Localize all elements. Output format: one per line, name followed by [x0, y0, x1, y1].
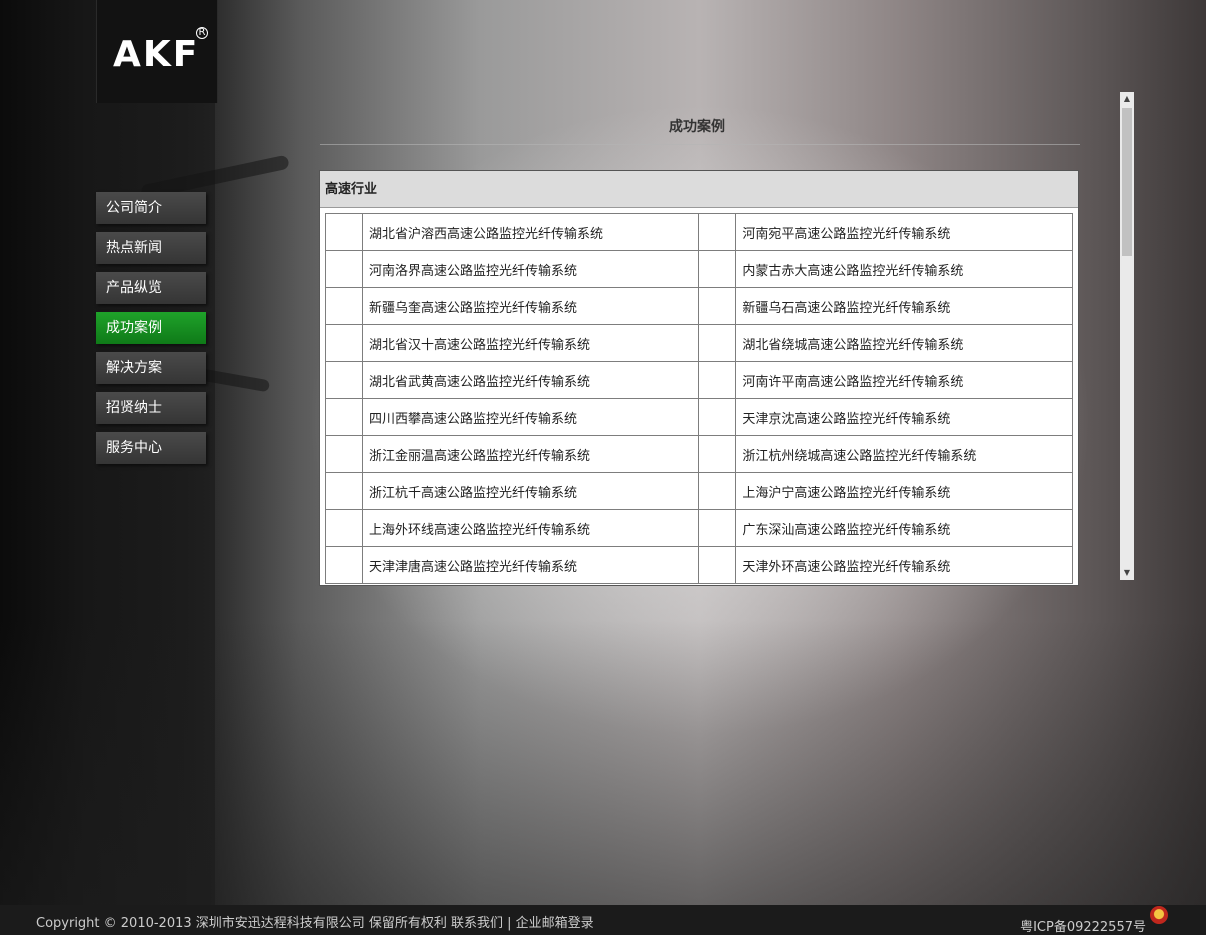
title-divider [320, 144, 1080, 145]
panel-header: 高速行业 [320, 171, 1078, 208]
logo[interactable]: AKF R [96, 0, 218, 103]
scroll-down-icon[interactable]: ▼ [1120, 566, 1134, 580]
table-row: 河南洛界高速公路监控光纤传输系统 内蒙古赤大高速公路监控光纤传输系统 [325, 250, 1073, 288]
table-row: 上海外环线高速公路监控光纤传输系统 广东深汕高速公路监控光纤传输系统 [325, 509, 1073, 547]
footer: Copyright © 2010-2013 深圳市安迅达程科技有限公司 保留所有… [0, 905, 1206, 935]
case-link[interactable]: 河南宛平高速公路监控光纤传输系统 [735, 213, 1073, 251]
copyright-text[interactable]: Copyright © 2010-2013 深圳市安迅达程科技有限公司 保留所有… [36, 912, 594, 931]
row-spacer [325, 472, 363, 510]
row-spacer [698, 250, 737, 288]
case-link[interactable]: 内蒙古赤大高速公路监控光纤传输系统 [735, 250, 1073, 288]
case-link[interactable]: 广东深汕高速公路监控光纤传输系统 [735, 509, 1073, 547]
nav-item-products[interactable]: 产品纵览 [96, 272, 206, 304]
table-row: 湖北省汉十高速公路监控光纤传输系统 湖北省绕城高速公路监控光纤传输系统 [325, 324, 1073, 362]
table-row: 浙江金丽温高速公路监控光纤传输系统 浙江杭州绕城高速公路监控光纤传输系统 [325, 435, 1073, 473]
scrollbar[interactable]: ▲ ▼ [1120, 92, 1134, 580]
row-spacer [325, 213, 363, 251]
table-row: 天津津唐高速公路监控光纤传输系统 天津外环高速公路监控光纤传输系统 [325, 546, 1073, 584]
nav-item-news[interactable]: 热点新闻 [96, 232, 206, 264]
registered-icon: R [196, 27, 208, 39]
case-link[interactable]: 湖北省汉十高速公路监控光纤传输系统 [361, 324, 700, 362]
row-spacer [325, 324, 363, 362]
table-row: 四川西攀高速公路监控光纤传输系统 天津京沈高速公路监控光纤传输系统 [325, 398, 1073, 436]
main-nav: 公司简介 热点新闻 产品纵览 成功案例 解决方案 招贤纳士 服务中心 [96, 192, 206, 472]
scroll-up-icon[interactable]: ▲ [1120, 92, 1134, 106]
case-link[interactable]: 湖北省武黄高速公路监控光纤传输系统 [361, 361, 700, 399]
case-link[interactable]: 湖北省绕城高速公路监控光纤传输系统 [735, 324, 1073, 362]
table-row: 新疆乌奎高速公路监控光纤传输系统 新疆乌石高速公路监控光纤传输系统 [325, 287, 1073, 325]
row-spacer [698, 324, 737, 362]
case-link[interactable]: 河南许平南高速公路监控光纤传输系统 [735, 361, 1073, 399]
nav-item-company-intro[interactable]: 公司简介 [96, 192, 206, 224]
cases-table: 湖北省沪溶西高速公路监控光纤传输系统 河南宛平高速公路监控光纤传输系统 河南洛界高速… [325, 213, 1073, 584]
row-spacer [325, 435, 363, 473]
nav-item-service-center[interactable]: 服务中心 [96, 432, 206, 464]
row-spacer [698, 509, 737, 547]
row-spacer [325, 287, 363, 325]
police-badge-icon[interactable] [1150, 906, 1168, 924]
row-spacer [325, 509, 363, 547]
logo-text: AKF [113, 34, 200, 75]
row-spacer [325, 546, 363, 584]
row-spacer [325, 398, 363, 436]
table-row: 浙江杭千高速公路监控光纤传输系统 上海沪宁高速公路监控光纤传输系统 [325, 472, 1073, 510]
case-link[interactable]: 河南洛界高速公路监控光纤传输系统 [361, 250, 700, 288]
nav-item-success-cases[interactable]: 成功案例 [96, 312, 206, 344]
row-spacer [698, 287, 737, 325]
cases-panel: 高速行业 湖北省沪溶西高速公路监控光纤传输系统 河南宛平高速公路监控光纤传输系统河… [319, 170, 1079, 586]
case-link[interactable]: 天津外环高速公路监控光纤传输系统 [735, 546, 1073, 584]
row-spacer [698, 361, 737, 399]
row-spacer [698, 398, 737, 436]
page-title: 成功案例 [669, 119, 725, 135]
case-link[interactable]: 天津津唐高速公路监控光纤传输系统 [361, 546, 700, 584]
table-row: 湖北省沪溶西高速公路监控光纤传输系统 河南宛平高速公路监控光纤传输系统 [325, 213, 1073, 251]
case-link[interactable]: 浙江杭州绕城高速公路监控光纤传输系统 [735, 435, 1073, 473]
case-link[interactable]: 浙江杭千高速公路监控光纤传输系统 [361, 472, 700, 510]
row-spacer [698, 472, 737, 510]
row-spacer [698, 213, 737, 251]
row-spacer [698, 435, 737, 473]
nav-item-solutions[interactable]: 解决方案 [96, 352, 206, 384]
row-spacer [325, 250, 363, 288]
case-link[interactable]: 上海外环线高速公路监控光纤传输系统 [361, 509, 700, 547]
row-spacer [325, 361, 363, 399]
case-link[interactable]: 湖北省沪溶西高速公路监控光纤传输系统 [361, 213, 700, 251]
row-spacer [698, 546, 737, 584]
case-link[interactable]: 天津京沈高速公路监控光纤传输系统 [735, 398, 1073, 436]
case-link[interactable]: 四川西攀高速公路监控光纤传输系统 [361, 398, 700, 436]
case-link[interactable]: 浙江金丽温高速公路监控光纤传输系统 [361, 435, 700, 473]
case-link[interactable]: 新疆乌奎高速公路监控光纤传输系统 [361, 287, 700, 325]
table-row: 湖北省武黄高速公路监控光纤传输系统 河南许平南高速公路监控光纤传输系统 [325, 361, 1073, 399]
nav-item-careers[interactable]: 招贤纳士 [96, 392, 206, 424]
icp-number[interactable]: 粤ICP备09222557号 [1020, 916, 1146, 935]
scroll-thumb[interactable] [1122, 108, 1132, 256]
case-link[interactable]: 上海沪宁高速公路监控光纤传输系统 [735, 472, 1073, 510]
case-link[interactable]: 新疆乌石高速公路监控光纤传输系统 [735, 287, 1073, 325]
